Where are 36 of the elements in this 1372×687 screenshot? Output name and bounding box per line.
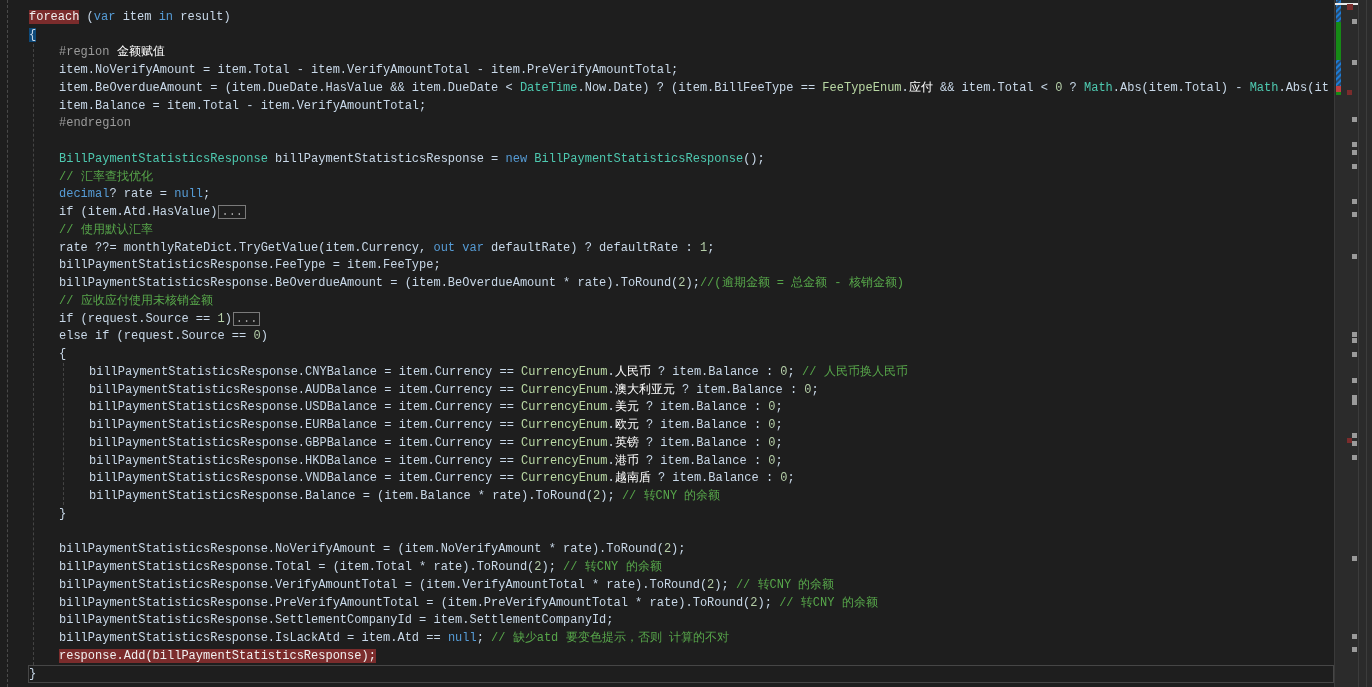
code-line: billPaymentStatisticsResponse.USDBalance = item.Currency == CurrencyEnum.美元 ? item.Balance : 0; [89, 399, 783, 416]
code-line: decimal? rate = null; [59, 186, 211, 203]
code-line: BillPaymentStatisticsResponse billPaymentStatisticsResponse = new BillPaymentStatisticsResponse(); [59, 150, 765, 167]
code-line: } [59, 505, 67, 522]
code-line: billPaymentStatisticsResponse.FeeType = item.FeeType; [59, 257, 441, 274]
code-line: item.Balance = item.Total - item.VerifyAmountTotal; [59, 97, 427, 114]
code-line: billPaymentStatisticsResponse.SettlementCompanyId = item.SettlementCompanyId; [59, 612, 614, 629]
code-line: if (item.Atd.HasValue) [59, 204, 218, 221]
code-line: rate ??= monthlyRateDict.TryGetValue(item.Currency, out var defaultRate) ? defaultRate : 1; [59, 239, 715, 256]
code-line: { [59, 346, 67, 363]
code-line: billPaymentStatisticsResponse.Balance = (item.Balance * rate).ToRound(2); // 转CNY 的余额 [89, 488, 721, 505]
code-line: // 汇率查找优化 [59, 168, 153, 185]
code-line: billPaymentStatisticsResponse.PreVerifyAmountTotal = (item.PreVerifyAmountTotal * rate).ToRound(2); // 转CNY 的余额 [59, 594, 878, 611]
code-line: // 应收应付使用未核销金额 [59, 292, 213, 309]
code-line: item.BeOverdueAmount = (item.DueDate.HasValue && item.DueDate < DateTime.Now.Date) ? (item.BillFeeType == FeeTypeEnum.应付 && item.Total < 0 ? Math.Abs(item.Total) - Math.Abs(it [59, 79, 1329, 96]
code-line: billPaymentStatisticsResponse.VNDBalance = item.Currency == CurrencyEnum.越南盾 ? item.Balance : 0; [89, 470, 795, 487]
code-line: billPaymentStatisticsResponse.AUDBalance = item.Currency == CurrencyEnum.澳大利亚元 ? item.Balance : 0; [89, 381, 819, 398]
code-line: if (request.Source == 1) [59, 310, 232, 327]
collapsed-region-button[interactable]: ... [232, 311, 261, 326]
code-line: billPaymentStatisticsResponse.BeOverdueAmount = (item.BeOverdueAmount * rate).ToRound(2);//(逾期金额 = 总金额 - 核销金额) [59, 275, 904, 292]
code-line: billPaymentStatisticsResponse.HKDBalance = item.Currency == CurrencyEnum.港币 ? item.Balance : 0; [89, 452, 783, 469]
code-line: billPaymentStatisticsResponse.Total = (item.Total * rate).ToRound(2); // 转CNY 的余额 [59, 559, 662, 576]
code-line: billPaymentStatisticsResponse.EURBalance = item.Currency == CurrencyEnum.欧元 ? item.Balance : 0; [89, 417, 783, 434]
code-line: billPaymentStatisticsResponse.IsLackAtd = item.Atd == null; // 缺少atd 要变色提示，否则 计算的不对 [59, 630, 729, 647]
collapsed-region-button[interactable]: ... [218, 205, 247, 220]
code-line: #endregion [59, 115, 131, 132]
code-line: else if (request.Source == 0) [59, 328, 268, 345]
code-line: #region 金额赋值 [59, 44, 165, 61]
code-line: item.NoVerifyAmount = item.Total - item.VerifyAmountTotal - item.PreVerifyAmountTotal; [59, 62, 679, 79]
code-line: billPaymentStatisticsResponse.GBPBalance = item.Currency == CurrencyEnum.英镑 ? item.Balance : 0; [89, 434, 783, 451]
code-line: } [29, 665, 37, 682]
code-line: billPaymentStatisticsResponse.VerifyAmountTotal = (item.VerifyAmountTotal * rate).ToRound(2); // 转CNY 的余额 [59, 576, 835, 593]
code-line: // 使用默认汇率 [59, 221, 153, 238]
code-line: billPaymentStatisticsResponse.CNYBalance = item.Currency == CurrencyEnum.人民币 ? item.Balance : 0; // 人民币换人民币 [89, 363, 908, 380]
code-line: billPaymentStatisticsResponse.NoVerifyAmount = (item.NoVerifyAmount * rate).ToRound(2); [59, 541, 686, 558]
code-line: foreach (var item in result) [29, 8, 231, 25]
